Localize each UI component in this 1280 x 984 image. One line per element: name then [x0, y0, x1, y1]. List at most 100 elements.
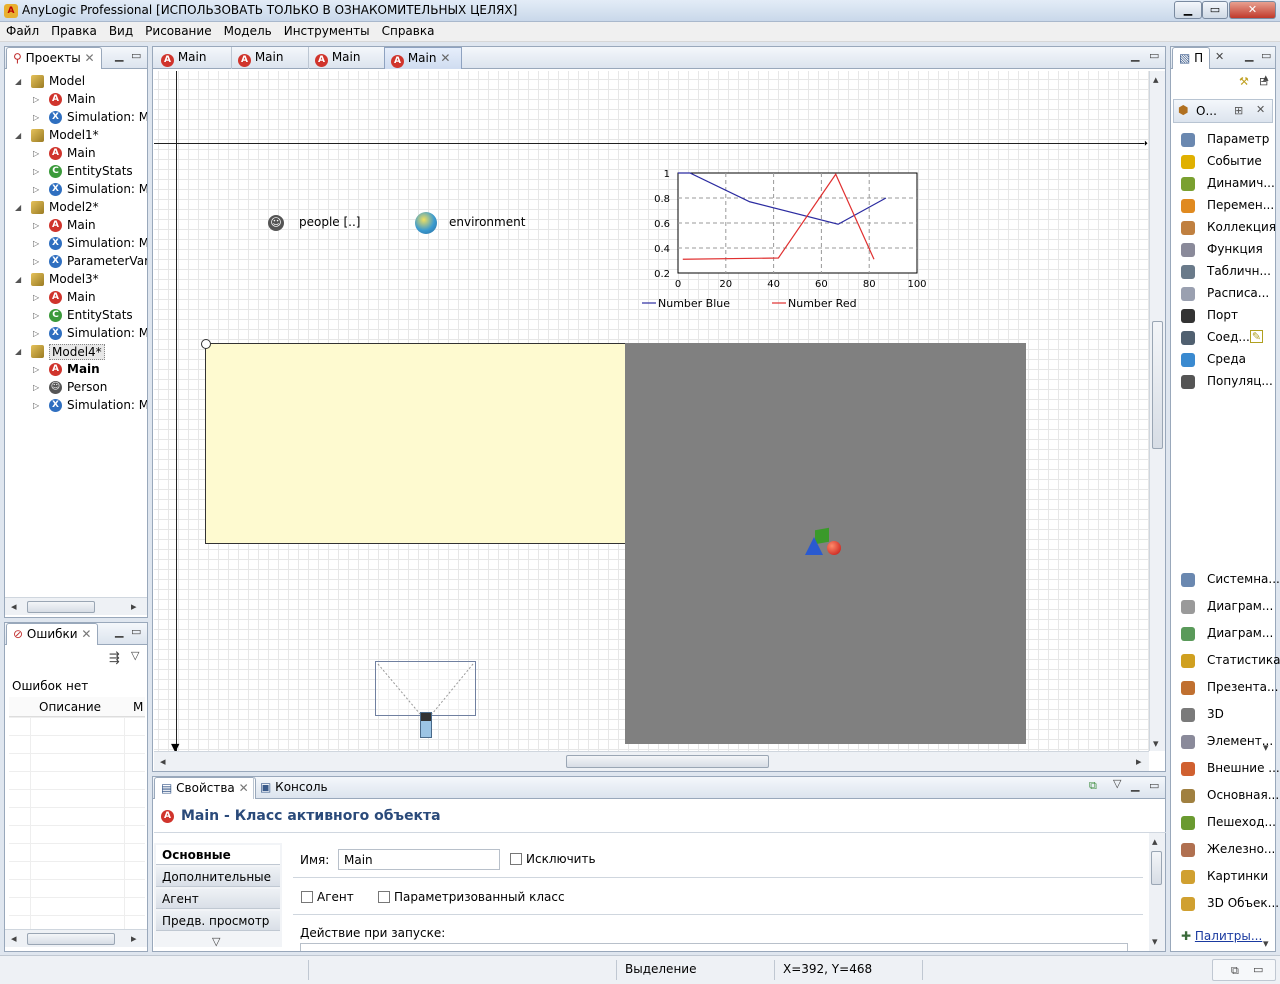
maximize-view-icon[interactable]: ▭: [131, 49, 141, 62]
collapsed-icon[interactable]: ▷: [33, 167, 39, 176]
expanded-icon[interactable]: ◢: [15, 77, 21, 86]
people-icon[interactable]: ☺: [268, 215, 284, 231]
maximize-view-icon[interactable]: ▭: [1149, 49, 1159, 62]
startup-action-input[interactable]: [300, 943, 1128, 951]
exclude-checkbox[interactable]: [510, 853, 522, 865]
scroll-left-icon[interactable]: ◂: [11, 600, 17, 613]
view-menu-icon[interactable]: ▽: [1113, 777, 1121, 790]
scroll-thumb[interactable]: [27, 933, 115, 945]
trim-stack[interactable]: ⧉ ▭: [1212, 959, 1276, 981]
tree-model-node[interactable]: ◢ Model: [15, 73, 147, 91]
nav-preview[interactable]: Предв. просмотр: [156, 911, 280, 931]
people-label[interactable]: people [..]: [299, 215, 360, 229]
tree-item[interactable]: ▷ C EntityStats: [33, 307, 147, 325]
menu-draw[interactable]: Рисование: [139, 22, 217, 38]
tree-item[interactable]: ▷ X Simulation: M: [33, 397, 147, 415]
collapsed-icon[interactable]: ▷: [33, 383, 39, 392]
tree-item[interactable]: ▷ C EntityStats: [33, 163, 147, 181]
agent-checkbox[interactable]: [301, 891, 313, 903]
grid-view-icon[interactable]: ⊞: [1234, 104, 1243, 117]
collapsed-icon[interactable]: ▷: [33, 365, 39, 374]
close-icon[interactable]: ✕: [239, 781, 249, 795]
filter-icon[interactable]: ⇶: [109, 651, 120, 666]
palettes-link-row[interactable]: ✚ Палитры...: [1181, 929, 1262, 943]
scroll-up-icon[interactable]: ▴: [1263, 71, 1269, 84]
menu-tools[interactable]: Инструменты: [278, 22, 376, 38]
tree-item[interactable]: ▷ A Main: [33, 91, 147, 109]
tree-item[interactable]: ▷ A Main: [33, 289, 147, 307]
presentation-rectangle[interactable]: [205, 343, 626, 544]
scroll-left-icon[interactable]: ◂: [11, 932, 17, 945]
maximize-view-icon[interactable]: ▭: [1261, 49, 1271, 62]
editor-tab-main[interactable]: A Main: [155, 47, 229, 69]
name-input[interactable]: Main: [338, 849, 500, 870]
close-button[interactable]: ✕: [1229, 1, 1276, 19]
wand-icon[interactable]: ⚒: [1239, 75, 1249, 88]
properties-vscroll[interactable]: ▴ ▾: [1149, 833, 1165, 951]
scroll-down-icon[interactable]: ▾: [1263, 937, 1269, 950]
collapsed-icon[interactable]: ▷: [33, 329, 39, 338]
scroll-up-icon[interactable]: ▴: [1152, 835, 1158, 848]
tree-model-node[interactable]: ◢ Model1*: [15, 127, 147, 145]
collapsed-icon[interactable]: ▷: [33, 257, 39, 266]
scroll-right-icon[interactable]: ▸: [131, 600, 137, 613]
tree-model-node[interactable]: ◢ Model3*: [15, 271, 147, 289]
close-icon[interactable]: ✕: [81, 627, 91, 641]
menu-model[interactable]: Модель: [218, 22, 278, 38]
editor-tab-main[interactable]: A Main: [308, 47, 382, 69]
expanded-icon[interactable]: ◢: [15, 203, 21, 212]
maximize-button[interactable]: ▭: [1202, 1, 1228, 19]
close-icon[interactable]: ✕: [1215, 50, 1224, 63]
scroll-left-icon[interactable]: ◂: [160, 755, 166, 768]
view-menu-icon[interactable]: ▽: [131, 649, 139, 662]
scroll-thumb[interactable]: [1152, 321, 1163, 449]
minimize-view-icon[interactable]: ▁: [1131, 49, 1139, 62]
collapsed-icon[interactable]: ▷: [33, 95, 39, 104]
tree-item[interactable]: ▷ X Simulation: M: [33, 235, 147, 253]
minimize-button[interactable]: ▁: [1174, 1, 1202, 19]
minimize-view-icon[interactable]: ▁: [1131, 779, 1139, 792]
collapsed-icon[interactable]: ▷: [33, 293, 39, 302]
palettes-link[interactable]: Палитры...: [1195, 929, 1262, 943]
tree-item[interactable]: ▷ A Main: [33, 361, 147, 379]
diagram-canvas[interactable]: ▼ ➝ ☺ people [..] environment 0 20 40 60 80 1…: [154, 71, 1149, 751]
time-plot-chart[interactable]: 0 20 40 60 80 100 1 0.8 0.6 0.4 0.2 Number Blue Numb…: [638, 163, 938, 313]
expanded-icon[interactable]: ◢: [15, 347, 21, 356]
maximize-view-icon[interactable]: ▭: [131, 625, 141, 638]
scroll-up-icon[interactable]: ▴: [1153, 73, 1159, 86]
tree-item[interactable]: ▷ X Simulation: M: [33, 181, 147, 199]
tree-item[interactable]: ▷ ☺ Person: [33, 379, 147, 397]
restore-icon[interactable]: ⧉: [1231, 964, 1239, 978]
tab-palette[interactable]: ▧ П: [1172, 47, 1211, 69]
col-m[interactable]: M: [133, 700, 143, 714]
expanded-icon[interactable]: ◢: [15, 131, 21, 140]
projects-hscroll[interactable]: ◂ ▸: [5, 597, 147, 615]
editor-tab-main[interactable]: A Main: [231, 47, 305, 69]
col-description[interactable]: Описание: [39, 700, 101, 714]
tab-projects[interactable]: ⚲ Проекты ✕: [6, 47, 102, 69]
menu-view[interactable]: Вид: [103, 22, 139, 38]
menu-file[interactable]: Файл: [0, 22, 45, 38]
tree-item[interactable]: ▷ X Simulation: M: [33, 109, 147, 127]
collapsed-icon[interactable]: ▷: [33, 221, 39, 230]
editor-vscroll[interactable]: ▴ ▾: [1149, 71, 1165, 751]
minimize-view-icon[interactable]: ▁: [1245, 49, 1253, 62]
minimize-view-icon[interactable]: ▁: [115, 49, 123, 62]
tree-item[interactable]: ▷ A Main: [33, 217, 147, 235]
camera-view[interactable]: [375, 661, 476, 716]
expanded-icon[interactable]: ◢: [15, 275, 21, 284]
editor-hscroll[interactable]: ◂ ▸: [154, 751, 1149, 771]
origin-marker-icon[interactable]: [201, 339, 211, 349]
maximize-view-icon[interactable]: ▭: [1253, 963, 1263, 976]
tab-console[interactable]: ▣ Консоль: [253, 777, 334, 799]
collapsed-icon[interactable]: ▷: [33, 239, 39, 248]
chevron-down-icon[interactable]: ▽: [212, 935, 220, 948]
menu-help[interactable]: Справка: [376, 22, 441, 38]
editor-tab-main-active[interactable]: A Main ✕: [384, 47, 462, 69]
nav-agent[interactable]: Агент: [156, 889, 280, 909]
environment-icon[interactable]: [415, 212, 437, 234]
tree-item[interactable]: ▷ A Main: [33, 145, 147, 163]
parametrized-class-checkbox[interactable]: [378, 891, 390, 903]
scroll-down-icon[interactable]: ▾: [1153, 737, 1159, 750]
tree-item[interactable]: ▷ X Simulation: M: [33, 325, 147, 343]
